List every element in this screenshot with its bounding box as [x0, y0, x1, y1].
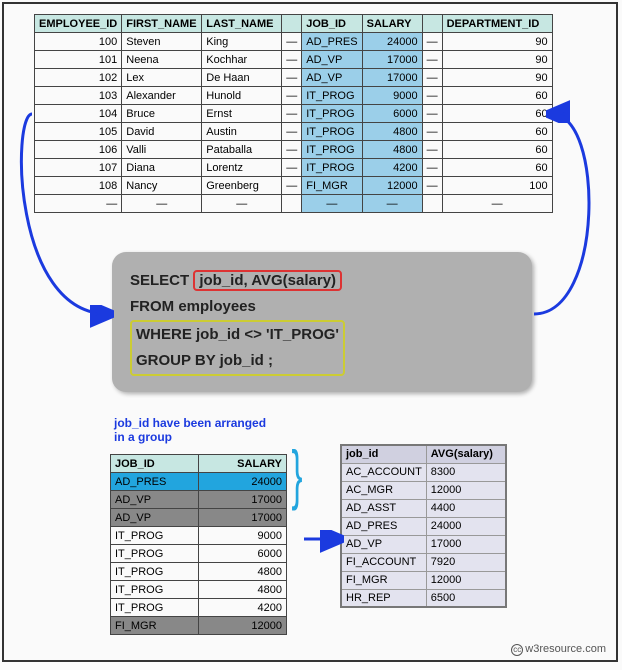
footer-credit: ccw3resource.com	[511, 643, 606, 656]
flow-arrows	[4, 4, 620, 664]
footer-text: w3resource.com	[525, 643, 606, 655]
cc-icon: cc	[511, 644, 523, 656]
